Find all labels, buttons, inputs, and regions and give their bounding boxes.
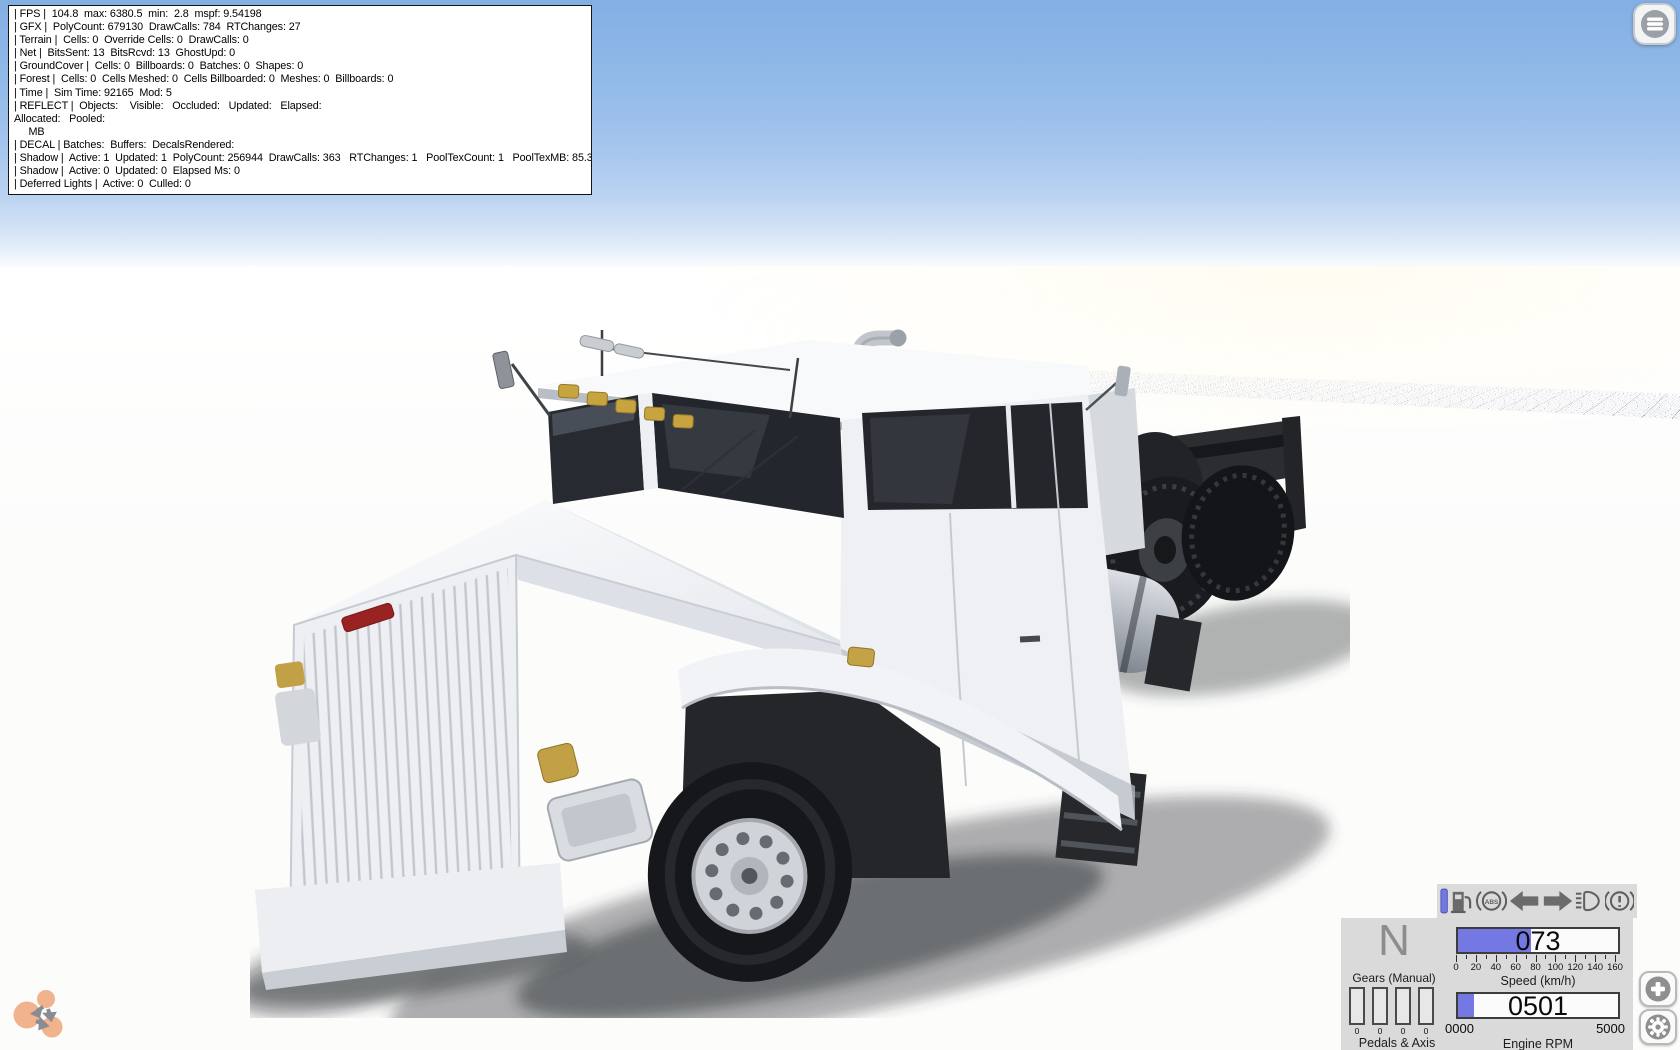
debug-line: | Net | BitsSent: 13 BitsRcvd: 13 GhostU… xyxy=(14,47,586,60)
fender-marker-light xyxy=(847,647,875,668)
rpm-max-label: 5000 xyxy=(1596,1021,1625,1036)
debug-line: | GFX | PolyCount: 679130 DrawCalls: 784… xyxy=(14,21,586,34)
speed-tick xyxy=(1496,955,1497,962)
speed-tick xyxy=(1516,955,1517,962)
speed-tick xyxy=(1555,955,1556,962)
speed-tick-label: 40 xyxy=(1490,962,1501,973)
pedal-value: 0 xyxy=(1372,1026,1388,1036)
dashboard-panel: N Gears (Manual) 073 0 20 40 60 80 100 120 140 1… xyxy=(1341,918,1633,1050)
debug-line: Allocated: Pooled: xyxy=(14,113,586,126)
settings-button[interactable] xyxy=(1639,1009,1677,1045)
speed-tick-label: 80 xyxy=(1530,962,1541,973)
debug-line: | DECAL | Batches: Buffers: DecalsRender… xyxy=(14,139,586,152)
pedal-bar xyxy=(1372,987,1388,1025)
fuel-level-bar xyxy=(1440,887,1448,915)
speed-tick-label: 160 xyxy=(1607,962,1623,973)
speed-tick-label: 100 xyxy=(1547,962,1563,973)
speed-tick xyxy=(1506,955,1507,959)
pedal-bar xyxy=(1349,987,1365,1025)
speed-tick xyxy=(1476,955,1477,962)
speed-tick xyxy=(1526,955,1527,959)
speed-tick xyxy=(1486,955,1487,959)
speed-tick xyxy=(1605,955,1606,959)
gear-icon xyxy=(1645,1014,1671,1040)
debug-stats-box: | FPS | 104.8 max: 6380.5 min: 2.8 mspf:… xyxy=(8,5,592,195)
speed-gauge: 073 0 20 40 60 80 100 120 140 160 Speed (km/h) xyxy=(1456,927,1620,988)
speed-tick xyxy=(1565,955,1566,959)
rpm-minmax: 0000 5000 xyxy=(1445,1021,1625,1036)
speed-tick-label: 0 xyxy=(1453,962,1458,973)
abs-icon: ABS xyxy=(1476,886,1507,916)
gears-label: Gears (Manual) xyxy=(1345,971,1443,985)
game-viewport: | FPS | 104.8 max: 6380.5 min: 2.8 mspf:… xyxy=(0,0,1680,1050)
gear-indicator: N xyxy=(1351,916,1437,966)
debug-line: | Deferred Lights | Active: 0 Culled: 0 xyxy=(14,178,586,191)
svg-text:ABS: ABS xyxy=(1485,899,1499,906)
hamburger-menu-icon xyxy=(1640,9,1670,39)
pedal-bar xyxy=(1395,987,1411,1025)
rpm-bar: 0501 xyxy=(1456,992,1620,1019)
speed-tick-label: 140 xyxy=(1587,962,1603,973)
debug-line: | REFLECT | Objects: Visible: Occluded: … xyxy=(14,100,586,113)
speed-tick xyxy=(1456,955,1457,962)
speed-tick xyxy=(1536,955,1537,962)
rpm-gauge: 0501 0000 5000 Engine RPM xyxy=(1456,992,1620,1050)
node-graph-widget[interactable] xyxy=(5,986,71,1050)
speed-tick xyxy=(1575,955,1576,962)
speed-tick xyxy=(1545,955,1546,959)
zoom-in-button[interactable] xyxy=(1639,971,1677,1007)
speed-tick-label: 60 xyxy=(1510,962,1521,973)
speed-value: 073 xyxy=(1458,926,1618,957)
rpm-value: 0501 xyxy=(1458,991,1618,1022)
rpm-label: Engine RPM xyxy=(1456,1037,1620,1050)
speed-tick-label: 120 xyxy=(1567,962,1583,973)
node-graph-icon xyxy=(5,986,71,1046)
speed-tick-label: 20 xyxy=(1471,962,1482,973)
debug-line: | Forest | Cells: 0 Cells Meshed: 0 Cell… xyxy=(14,73,586,86)
pedals-label: Pedals & Axis xyxy=(1349,1036,1445,1050)
speed-tick xyxy=(1615,955,1616,962)
pedal-value: 0 xyxy=(1418,1026,1434,1036)
speed-label: Speed (km/h) xyxy=(1456,974,1620,988)
menu-button[interactable] xyxy=(1633,3,1676,45)
debug-line: | Shadow | Active: 1 Updated: 1 PolyCoun… xyxy=(14,152,586,165)
debug-line: MB xyxy=(14,126,586,139)
speed-tick xyxy=(1585,955,1586,959)
pedal-value: 0 xyxy=(1395,1026,1411,1036)
debug-line: | Time | Sim Time: 92165 Mod: 5 xyxy=(14,87,586,100)
brake-warning-icon xyxy=(1605,886,1634,916)
debug-line: | FPS | 104.8 max: 6380.5 min: 2.8 mspf:… xyxy=(14,8,586,21)
speed-tick-labels: 0 20 40 60 80 100 120 140 160 xyxy=(1456,962,1620,973)
debug-line: | Terrain | Cells: 0 Override Cells: 0 D… xyxy=(14,34,586,47)
indicator-strip: ABS xyxy=(1437,884,1637,918)
debug-line: | GroundCover | Cells: 0 Billboards: 0 B… xyxy=(14,60,586,73)
fuel-pump-icon xyxy=(1450,887,1474,915)
hud-side-buttons xyxy=(1639,971,1677,1045)
pedal-value: 0 xyxy=(1349,1026,1365,1036)
low-beam-icon xyxy=(1575,888,1602,914)
amber-marker-light xyxy=(536,742,579,784)
arrow-left-icon xyxy=(1509,888,1540,914)
speed-bar: 073 xyxy=(1456,927,1620,954)
plus-icon xyxy=(1645,976,1671,1002)
pedal-bar xyxy=(1418,987,1434,1025)
headlight xyxy=(546,777,655,862)
pedal-bars xyxy=(1349,987,1445,1025)
truck-illustration xyxy=(250,318,1350,1018)
debug-line: | Shadow | Active: 0 Updated: 0 Elapsed … xyxy=(14,165,586,178)
rpm-min-label: 0000 xyxy=(1445,1021,1474,1036)
pedals-widget: 0000 Pedals & Axis xyxy=(1349,987,1445,1050)
pedal-values: 0000 xyxy=(1349,1026,1445,1036)
speed-tick xyxy=(1595,955,1596,962)
speed-tick-row xyxy=(1456,955,1620,962)
arrow-right-icon xyxy=(1542,888,1573,914)
speed-tick xyxy=(1466,955,1467,959)
